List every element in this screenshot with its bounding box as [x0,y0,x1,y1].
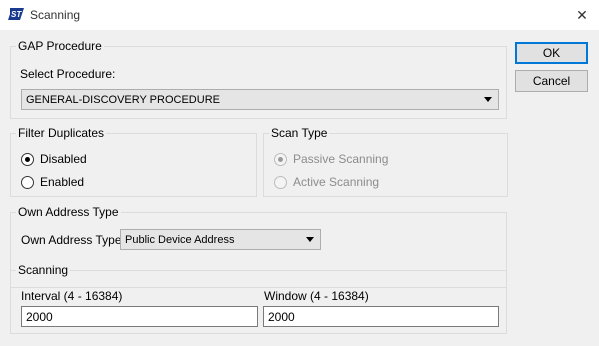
group-title: Own Address Type [16,205,121,219]
radio-circle [274,175,287,189]
select-procedure-label: Select Procedure: [20,67,116,81]
radio-label: Active Scanning [293,175,380,189]
radio-enabled[interactable]: Enabled [21,175,84,189]
chevron-down-icon [484,97,492,102]
interval-input[interactable] [21,306,258,327]
radio-circle [21,175,34,189]
filter-duplicates-group: Filter Duplicates Disabled Enabled [10,126,257,197]
window-title: Scanning [30,8,81,22]
scanning-group: Scanning Interval (4 - 16384) Window (4 … [10,263,507,334]
interval-label: Interval (4 - 16384) [21,289,123,303]
title-bar: ST Scanning ✕ [0,0,599,30]
gap-procedure-group: GAP Procedure Select Procedure: GENERAL-… [10,39,507,119]
window-label: Window (4 - 16384) [264,289,369,303]
close-icon: ✕ [576,6,588,23]
svg-text:ST: ST [11,10,22,19]
own-address-dropdown-value: Public Device Address [125,234,235,246]
radio-active-scanning[interactable]: Active Scanning [274,175,379,189]
scan-type-group: Scan Type Passive Scanning Active Scanni… [263,126,508,197]
radio-label: Disabled [40,152,87,166]
radio-passive-scanning[interactable]: Passive Scanning [274,152,388,166]
window-input[interactable] [263,306,499,327]
own-address-label: Own Address Type: [21,233,125,247]
ok-button[interactable]: OK [515,42,588,64]
cancel-button[interactable]: Cancel [515,70,588,92]
group-title: GAP Procedure [16,39,104,53]
group-title: Scanning [16,263,71,277]
st-logo-icon: ST [8,8,24,20]
radio-disabled[interactable]: Disabled [21,152,87,166]
radio-circle [274,152,287,166]
group-title: Scan Type [269,126,330,140]
dialog-client-area: GAP Procedure Select Procedure: GENERAL-… [0,30,599,346]
radio-label: Passive Scanning [293,152,389,166]
close-button[interactable]: ✕ [565,0,599,30]
own-address-dropdown[interactable]: Public Device Address [120,229,321,250]
group-title: Filter Duplicates [16,126,107,140]
procedure-dropdown[interactable]: GENERAL-DISCOVERY PROCEDURE [21,89,499,110]
radio-label: Enabled [40,175,85,189]
procedure-dropdown-value: GENERAL-DISCOVERY PROCEDURE [26,94,220,106]
chevron-down-icon [306,237,314,242]
radio-circle [21,152,34,166]
